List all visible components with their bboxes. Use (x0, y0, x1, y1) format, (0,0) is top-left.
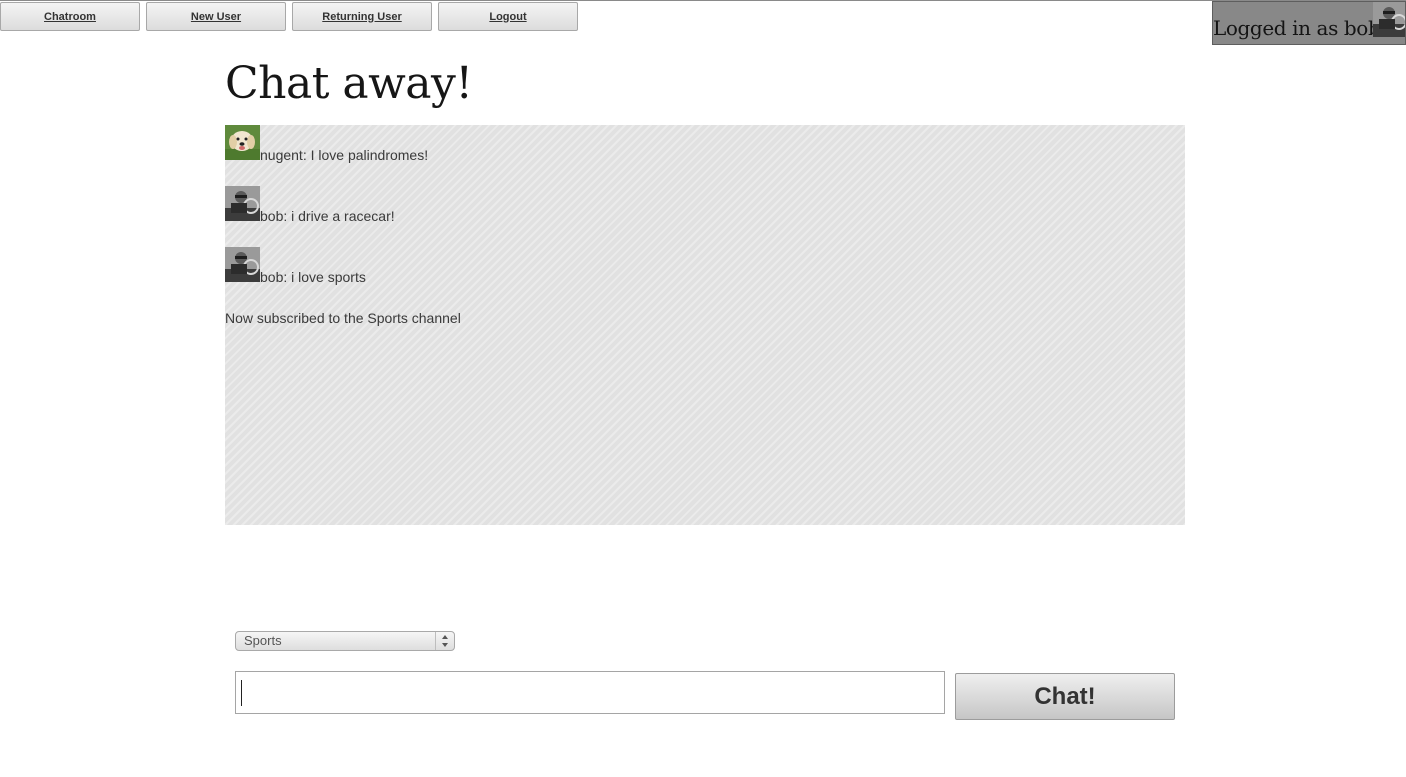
nav-new-user-button[interactable]: New User (146, 2, 286, 31)
chat-message-text: bob: i drive a racecar! (260, 208, 395, 224)
top-border (0, 0, 1406, 1)
user-avatar (1373, 2, 1405, 37)
bob-avatar (225, 247, 260, 282)
chat-message-text: bob: i love sports (260, 269, 366, 285)
chat-send-button[interactable]: Chat! (955, 673, 1175, 720)
nav-returning-user-button[interactable]: Returning User (292, 2, 432, 31)
dog-avatar (225, 125, 260, 160)
login-status: Logged in as bob (1212, 1, 1406, 45)
channel-select-value: Sports (244, 633, 282, 648)
channel-status-text: Now subscribed to the Sports channel (225, 310, 461, 326)
bob-avatar (225, 186, 260, 221)
chat-message-text: nugent: I love palindromes! (260, 147, 429, 163)
chat-message-field[interactable] (236, 672, 944, 713)
page-title: Chat away! (225, 58, 473, 109)
login-status-text: Logged in as bob (1213, 16, 1381, 40)
channel-select[interactable]: Sports (235, 631, 455, 651)
nav-logout-button[interactable]: Logout (438, 2, 578, 31)
select-arrows-icon (435, 632, 454, 650)
nav-chatroom-button[interactable]: Chatroom (0, 2, 140, 31)
chat-log: nugent: I love palindromes! bob: i drive… (225, 125, 1185, 525)
chat-message-input[interactable] (235, 671, 945, 714)
